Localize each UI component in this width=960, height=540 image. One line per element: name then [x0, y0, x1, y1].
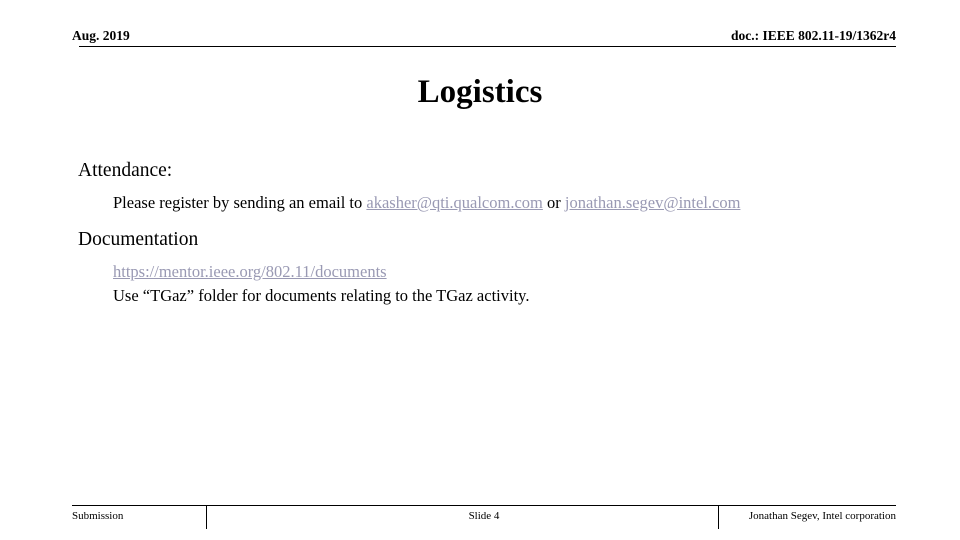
documentation-note: Use “TGaz” folder for documents relating…: [113, 286, 530, 305]
footer-divider: [72, 505, 896, 506]
attendance-text-separator: or: [542, 193, 565, 212]
slide-body: Attendance: Please register by sending a…: [75, 158, 895, 309]
slide-header: Aug. 2019 doc.: IEEE 802.11-19/1362r4: [72, 28, 896, 54]
attendance-text-prefix: Please register by sending an email to: [113, 193, 367, 212]
slide-footer: Submission Slide 4 Jonathan Segev, Intel…: [72, 510, 896, 528]
attendance-heading: Attendance:: [78, 160, 173, 181]
page-title: Logistics: [417, 74, 543, 110]
attendance-register-line: Please register by sending an email to a…: [113, 192, 895, 214]
email-link-akasher[interactable]: akasher@qti.qualcom.com: [366, 193, 542, 212]
documentation-heading: Documentation: [78, 229, 199, 250]
email-link-jonathan[interactable]: jonathan.segev@intel.com: [565, 193, 741, 212]
mentor-documents-link[interactable]: https://mentor.ieee.org/802.11/documents: [113, 262, 387, 281]
documentation-link-line: https://mentor.ieee.org/802.11/documents: [113, 261, 895, 283]
footer-author: Jonathan Segev, Intel corporation: [748, 510, 896, 522]
slide: Aug. 2019 doc.: IEEE 802.11-19/1362r4 Lo…: [0, 0, 960, 540]
header-doc-number: doc.: IEEE 802.11-19/1362r4: [730, 28, 896, 43]
header-divider: [79, 46, 896, 47]
header-date: Aug. 2019: [72, 28, 130, 43]
